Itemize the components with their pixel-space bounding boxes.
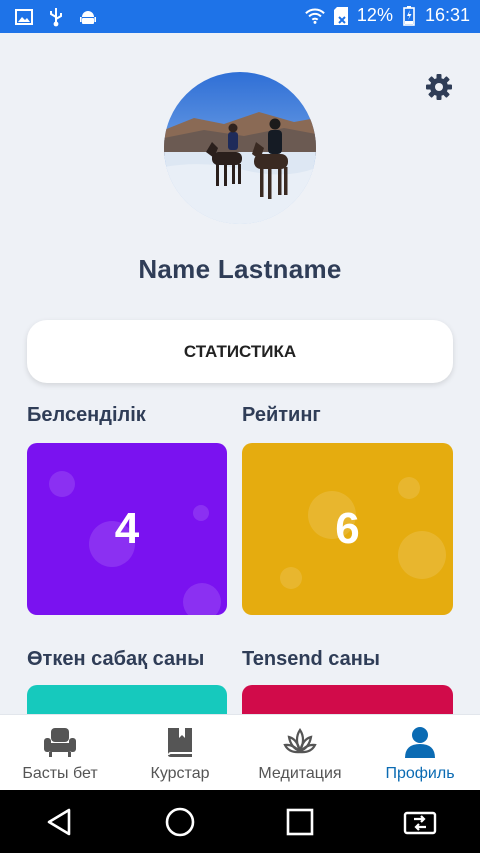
tensend-label: Tensend саны	[242, 648, 380, 670]
nav-profile[interactable]: Профиль	[360, 715, 480, 790]
android-icon	[78, 7, 98, 27]
status-bar: 12% 16:31	[0, 0, 480, 33]
activity-value: 4	[114, 504, 140, 553]
activity-card[interactable]: 4	[27, 443, 227, 615]
sd-card-icon	[331, 6, 351, 26]
back-icon[interactable]	[40, 802, 80, 842]
statistics-button[interactable]: СТАТИСТИКА	[27, 320, 453, 383]
home-circle-icon[interactable]	[160, 802, 200, 842]
nav-profile-label: Профиль	[385, 765, 455, 782]
switch-app-icon[interactable]	[400, 802, 440, 842]
nav-courses-label: Курстар	[150, 765, 210, 782]
activity-label: Белсенділік	[27, 404, 146, 426]
usb-icon	[46, 7, 66, 27]
lessons-label: Өткен сабақ саны	[27, 648, 205, 670]
lotus-icon	[283, 725, 317, 759]
settings-gear-icon[interactable]	[424, 72, 454, 102]
wifi-icon	[305, 6, 325, 26]
nav-home-label: Басты бет	[22, 765, 98, 782]
nav-courses[interactable]: Курстар	[120, 715, 240, 790]
nav-meditation-label: Медитация	[258, 765, 342, 782]
bottom-navigation: Басты бет Курстар Медитация Профиль	[0, 714, 480, 790]
profile-avatar[interactable]	[164, 72, 316, 224]
nav-home[interactable]: Басты бет	[0, 715, 120, 790]
book-icon	[163, 725, 197, 759]
battery-percent: 12%	[356, 5, 393, 25]
recents-square-icon[interactable]	[280, 802, 320, 842]
profile-name: Name Lastname	[138, 254, 342, 284]
rating-value: 6	[335, 504, 360, 553]
rating-card[interactable]: 6	[242, 443, 453, 615]
nav-meditation[interactable]: Медитация	[240, 715, 360, 790]
system-navigation-bar	[0, 790, 480, 853]
person-icon	[403, 725, 437, 759]
battery-icon	[399, 5, 419, 26]
clock: 16:31	[424, 5, 470, 25]
rating-label: Рейтинг	[242, 404, 321, 426]
armchair-icon	[43, 725, 77, 759]
image-notification-icon	[14, 7, 34, 27]
